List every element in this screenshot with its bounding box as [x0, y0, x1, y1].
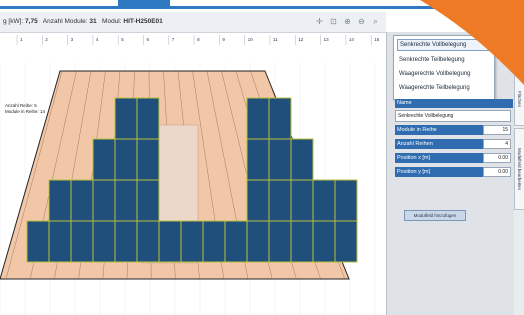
solar-module — [114, 138, 138, 181]
solar-module — [312, 220, 336, 263]
solar-module — [290, 220, 314, 263]
prop-label: Position x [m] — [395, 153, 483, 163]
position-y-field[interactable]: 0.00 — [483, 167, 511, 177]
accent-line — [0, 6, 524, 9]
prop-label: Position y [m] — [395, 167, 483, 177]
top-bar — [0, 0, 524, 12]
row-count-label: Anzahl Reihe: 5 — [5, 103, 37, 108]
zoom-out-icon[interactable]: ⊖ — [356, 16, 367, 27]
ruler-tick-label: 10 — [248, 37, 254, 42]
view-tools: ✛ ⊡ ⊕ ⊖ ⌕ — [314, 16, 381, 27]
solar-module — [136, 220, 160, 263]
power-label: g [kW]: — [3, 18, 24, 25]
ruler-tick-label: 1 — [20, 37, 23, 42]
menu-item-waagerecht-teil[interactable]: Waagerechte Teilbelegung — [397, 82, 491, 94]
solar-module — [114, 97, 138, 140]
roof-drawing[interactable]: 1 2 3 4 5 6 7 8 9 10 11 12 13 14 15 — [0, 33, 386, 315]
solar-module — [26, 220, 50, 263]
zoom-window-icon[interactable]: ⊡ — [328, 16, 339, 27]
solar-module — [70, 179, 94, 222]
menu-item-waagerecht-voll[interactable]: Waagerechte Vollbelegung — [397, 68, 491, 80]
ruler-tick-label: 11 — [273, 37, 278, 42]
ruler-tick-label: 5 — [121, 37, 124, 42]
module-label: Modul: — [102, 18, 122, 25]
modules-per-row-field[interactable]: 15 — [483, 125, 511, 135]
move-icon[interactable]: ✛ — [314, 16, 325, 27]
solar-module — [92, 220, 116, 263]
solar-module — [224, 220, 248, 263]
modules-per-row-label: Module in Reihe: 14 — [5, 109, 46, 114]
solar-module — [290, 138, 314, 181]
prop-label: Anzahl Reihen — [395, 139, 483, 149]
zoom-in-icon[interactable]: ⊕ — [342, 16, 353, 27]
tab-flaechen[interactable]: Flächen — [514, 72, 524, 126]
solar-module — [202, 220, 226, 263]
solar-module — [136, 138, 160, 181]
solar-module — [136, 97, 160, 140]
module-value: HIT-H250E01 — [123, 18, 163, 25]
solar-module — [246, 220, 270, 263]
side-tabs: Flächen Modulfeld bearbeiten — [514, 32, 524, 315]
prop-row-position-x: Position x [m] 0.00 — [395, 153, 511, 163]
prop-label: Module in Reihe — [395, 125, 483, 135]
solar-module — [48, 220, 72, 263]
ruler-tick-label: 6 — [147, 37, 150, 42]
zoom-fit-icon[interactable]: ⌕ — [370, 16, 381, 27]
tab-modulfeld-bearbeiten[interactable]: Modulfeld bearbeiten — [514, 128, 524, 210]
solar-module — [48, 179, 72, 222]
ruler-tick-label: 13 — [324, 37, 330, 42]
prop-row-row-count: Anzahl Reihen 4 — [395, 139, 511, 149]
ruler-tick-label: 2 — [45, 37, 48, 42]
solar-module — [70, 220, 94, 263]
solar-module — [246, 179, 270, 222]
solar-module — [92, 179, 116, 222]
ruler-tick-label: 8 — [197, 37, 200, 42]
layout-menu: Senkrechte Vollbelegung Senkrechte Teilb… — [393, 35, 495, 100]
solar-module — [268, 138, 292, 181]
layout-info: g [kW]: 7,75 Anzahl Module: 31 Modul: HI… — [3, 18, 163, 25]
modules-value: 31 — [89, 18, 97, 25]
solar-module — [158, 220, 182, 263]
power-value: 7,75 — [25, 18, 38, 25]
solar-module — [268, 179, 292, 222]
solar-module — [114, 220, 138, 263]
solar-module — [180, 220, 204, 263]
menu-item-senkrecht-teil[interactable]: Senkrechte Teilbelegung — [397, 54, 491, 66]
toolbar: g [kW]: 7,75 Anzahl Module: 31 Modul: HI… — [0, 12, 386, 33]
ruler-tick-label: 3 — [71, 37, 74, 42]
solar-module — [334, 179, 358, 222]
ruler-tick-label: 14 — [349, 37, 355, 42]
ruler-tick-label: 4 — [96, 37, 99, 42]
modules-label: Anzahl Module: — [42, 18, 88, 25]
ruler-tick-label: 15 — [374, 37, 380, 42]
solar-module — [290, 179, 314, 222]
menu-item-senkrecht-voll[interactable]: Senkrechte Vollbelegung — [397, 39, 493, 51]
solar-module — [136, 179, 160, 222]
solar-module — [92, 138, 116, 181]
solar-module — [268, 97, 292, 140]
solar-module — [268, 220, 292, 263]
solar-module — [114, 179, 138, 222]
solar-module — [312, 179, 336, 222]
ruler-tick-label: 7 — [172, 37, 175, 42]
add-module-field-button[interactable]: Modulfeld hinzufügen — [404, 210, 466, 221]
solar-module — [246, 138, 270, 181]
position-x-field[interactable]: 0.00 — [483, 153, 511, 163]
ruler-tick-label: 9 — [222, 37, 225, 42]
solar-module — [334, 220, 358, 263]
ruler-tick-label: 12 — [298, 37, 304, 42]
name-field[interactable]: Senkrechte Vollbelegung — [395, 110, 511, 122]
name-label: Name — [395, 99, 513, 108]
solar-module — [246, 97, 270, 140]
prop-row-position-y: Position y [m] 0.00 — [395, 167, 511, 177]
row-count-field[interactable]: 4 — [483, 139, 511, 149]
roof-canvas[interactable]: 1 2 3 4 5 6 7 8 9 10 11 12 13 14 15 Anzahl Reihe: 5 Mo… — [0, 33, 386, 315]
prop-row-modules-per-row: Module in Reihe 15 — [395, 125, 511, 135]
